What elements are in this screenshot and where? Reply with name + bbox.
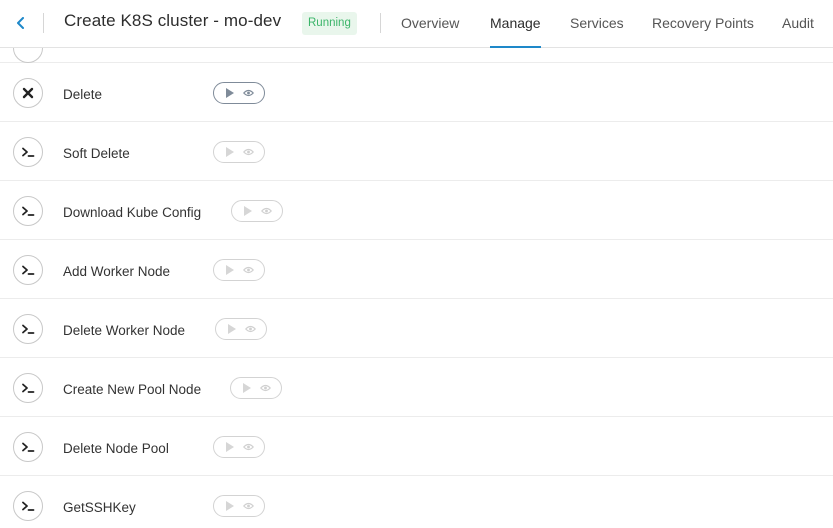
- eye-icon: [242, 443, 254, 451]
- play-icon: [226, 442, 235, 452]
- header-divider: [43, 13, 44, 33]
- action-row-create-new-pool-node: Create New Pool Node: [0, 358, 833, 417]
- action-icon-button[interactable]: [13, 314, 43, 344]
- terminal-icon: [22, 147, 35, 157]
- app-header: Create K8S cluster - mo-dev Running Over…: [0, 0, 833, 48]
- action-icon-button[interactable]: [13, 432, 43, 462]
- run-toggle[interactable]: [231, 200, 283, 222]
- action-icon-button[interactable]: [13, 137, 43, 167]
- action-label: Delete Node Pool: [63, 441, 169, 456]
- play-icon: [228, 324, 237, 334]
- eye-icon: [244, 325, 256, 333]
- eye-icon: [260, 207, 272, 215]
- play-icon: [226, 88, 235, 98]
- run-toggle[interactable]: [215, 318, 267, 340]
- action-icon-button[interactable]: [13, 373, 43, 403]
- action-row-delete-worker-node: Delete Worker Node: [0, 299, 833, 358]
- action-label: GetSSHKey: [63, 500, 136, 515]
- status-badge: Running: [302, 12, 357, 35]
- action-row-download-kube-config: Download Kube Config: [0, 181, 833, 240]
- action-icon-button[interactable]: [13, 78, 43, 108]
- terminal-icon: [22, 442, 35, 452]
- action-row-soft-delete: Soft Delete: [0, 122, 833, 181]
- eye-icon: [242, 148, 254, 156]
- play-icon: [226, 147, 235, 157]
- action-icon-button[interactable]: [13, 196, 43, 226]
- terminal-icon: [22, 501, 35, 511]
- page-title: Create K8S cluster - mo-dev: [64, 11, 282, 30]
- action-row-delete-node-pool: Delete Node Pool: [0, 417, 833, 476]
- tab-manage[interactable]: Manage: [490, 0, 541, 48]
- run-toggle[interactable]: [213, 436, 265, 458]
- play-icon: [243, 383, 252, 393]
- action-label: Delete: [63, 87, 103, 102]
- action-row-getsshkey: GetSSHKey: [0, 476, 833, 528]
- chevron-left-icon: [17, 17, 24, 29]
- action-row-add-worker-node: Add Worker Node: [0, 240, 833, 299]
- eye-icon: [259, 384, 271, 392]
- tab-audit[interactable]: Audit: [782, 0, 814, 48]
- action-row-delete: Delete: [0, 63, 833, 122]
- action-label: Download Kube Config: [63, 205, 202, 220]
- play-icon: [226, 501, 235, 511]
- terminal-icon: [22, 383, 35, 393]
- back-button[interactable]: [11, 13, 31, 33]
- action-icon-button[interactable]: [13, 48, 43, 63]
- action-label: Create New Pool Node: [63, 382, 202, 397]
- eye-icon: [242, 502, 254, 510]
- run-toggle[interactable]: [230, 377, 282, 399]
- terminal-icon: [22, 265, 35, 275]
- tab-overview[interactable]: Overview: [401, 0, 459, 48]
- action-label: Soft Delete: [63, 146, 130, 161]
- action-icon-button[interactable]: [13, 255, 43, 285]
- eye-icon: [242, 266, 254, 274]
- run-toggle[interactable]: [213, 495, 265, 517]
- action-label: Add Worker Node: [63, 264, 171, 279]
- action-label: Delete Worker Node: [63, 323, 186, 338]
- run-toggle[interactable]: [213, 259, 265, 281]
- close-icon: [22, 87, 34, 99]
- eye-icon: [242, 89, 254, 97]
- list-item: [0, 48, 833, 63]
- terminal-icon: [22, 206, 35, 216]
- action-icon-button[interactable]: [13, 491, 43, 521]
- actions-list: Delete Soft Delete Download Kube Config …: [0, 48, 833, 528]
- tab-services[interactable]: Services: [570, 0, 624, 48]
- terminal-icon: [22, 324, 35, 334]
- run-toggle[interactable]: [213, 82, 265, 104]
- tab-recovery-points[interactable]: Recovery Points: [652, 0, 754, 48]
- play-icon: [226, 265, 235, 275]
- header-divider: [380, 13, 381, 33]
- play-icon: [244, 206, 253, 216]
- run-toggle[interactable]: [213, 141, 265, 163]
